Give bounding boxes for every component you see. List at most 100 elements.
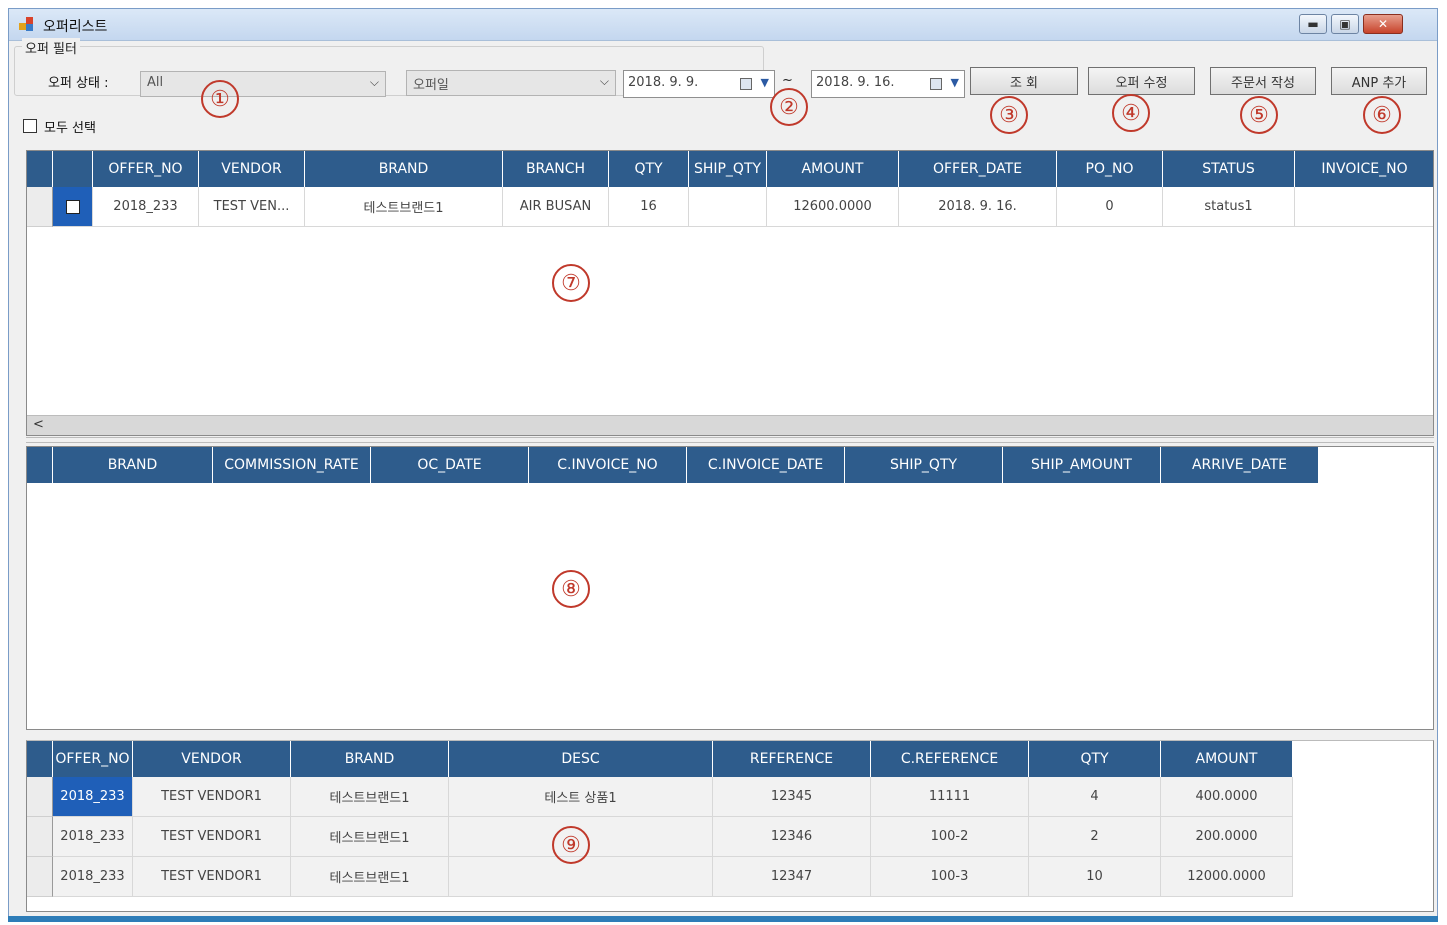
items-cell[interactable]: 100-3 xyxy=(871,857,1029,897)
offers-cell[interactable]: 12600.0000 xyxy=(767,187,899,227)
shipments-col-header-ship-qty[interactable]: SHIP_QTY xyxy=(845,447,1003,483)
scroll-left-icon[interactable]: < xyxy=(33,417,44,432)
offers-cell[interactable]: 16 xyxy=(609,187,689,227)
shipments-col-header-c-invoice-date[interactable]: C.INVOICE_DATE xyxy=(687,447,845,483)
offers-col-header-ship-qty[interactable]: SHIP_QTY xyxy=(689,151,767,187)
shipments-col-header-ship-amount[interactable]: SHIP_AMOUNT xyxy=(1003,447,1161,483)
offers-cell[interactable]: AIR BUSAN xyxy=(503,187,609,227)
grid-corner xyxy=(27,447,53,483)
row-header[interactable] xyxy=(27,857,53,897)
shipments-col-header-c-invoice-no[interactable]: C.INVOICE_NO xyxy=(529,447,687,483)
offers-col-header-qty[interactable]: QTY xyxy=(609,151,689,187)
offers-cell[interactable] xyxy=(689,187,767,227)
items-cell[interactable]: 2 xyxy=(1029,817,1161,857)
title-bar[interactable]: 오퍼리스트 ▬ ▣ ✕ xyxy=(9,9,1437,41)
items-cell[interactable]: 12347 xyxy=(713,857,871,897)
items-cell[interactable]: 200.0000 xyxy=(1161,817,1293,857)
offers-grid[interactable]: OFFER_NO VENDOR BRAND BRANCH QTY SHIP_QTY AMOU… xyxy=(26,150,1434,436)
items-cell[interactable] xyxy=(449,857,713,897)
items-cell[interactable]: 테스트브랜드1 xyxy=(291,777,449,817)
offers-cell[interactable]: 0 xyxy=(1057,187,1163,227)
status-combo[interactable]: All ⌵ xyxy=(140,71,386,97)
items-cell[interactable]: 11111 xyxy=(871,777,1029,817)
items-col-header-vendor[interactable]: VENDOR xyxy=(133,741,291,777)
maximize-button[interactable]: ▣ xyxy=(1331,14,1359,34)
items-cell[interactable]: 2018_233 xyxy=(53,817,133,857)
offers-col-header-offer-date[interactable]: OFFER_DATE xyxy=(899,151,1057,187)
chevron-down-icon: ⌵ xyxy=(369,75,379,89)
create-order-button[interactable]: 주문서 작성 xyxy=(1210,67,1316,95)
shipments-col-header-commission-rate[interactable]: COMMISSION_RATE xyxy=(213,447,371,483)
calendar-icon xyxy=(740,78,752,90)
date-from-picker[interactable]: 2018. 9. 9. ▼ xyxy=(623,70,775,98)
offers-cell[interactable] xyxy=(1295,187,1433,227)
callout-1: ① xyxy=(201,80,239,118)
items-cell[interactable]: 2018_233 xyxy=(53,777,133,817)
callout-8: ⑧ xyxy=(552,570,590,608)
items-cell[interactable]: 테스트브랜드1 xyxy=(291,817,449,857)
shipments-grid[interactable]: BRAND COMMISSION_RATE OC_DATE C.INVOICE_NO C… xyxy=(26,446,1434,730)
shipments-col-header-oc-date[interactable]: OC_DATE xyxy=(371,447,529,483)
date-to-picker[interactable]: 2018. 9. 16. ▼ xyxy=(811,70,965,98)
horizontal-scrollbar[interactable]: < xyxy=(27,415,1433,435)
offers-cell[interactable]: 2018_233 xyxy=(93,187,199,227)
minimize-button[interactable]: ▬ xyxy=(1299,14,1327,34)
items-col-header-offer-no[interactable]: OFFER_NO xyxy=(53,741,133,777)
date-from-value: 2018. 9. 9. xyxy=(628,75,699,90)
offers-col-header-branch[interactable]: BRANCH xyxy=(503,151,609,187)
items-cell[interactable]: 100-2 xyxy=(871,817,1029,857)
items-cell[interactable]: 12345 xyxy=(713,777,871,817)
offers-col-header-invoice-no[interactable]: INVOICE_NO xyxy=(1295,151,1433,187)
items-cell[interactable]: TEST VENDOR1 xyxy=(133,777,291,817)
items-col-header-amount[interactable]: AMOUNT xyxy=(1161,741,1293,777)
offers-cell[interactable]: 테스트브랜드1 xyxy=(305,187,503,227)
chevron-down-icon: ⌵ xyxy=(599,74,609,88)
offers-col-header-status[interactable]: STATUS xyxy=(1163,151,1295,187)
close-button[interactable]: ✕ xyxy=(1363,14,1403,34)
items-cell[interactable]: TEST VENDOR1 xyxy=(133,817,291,857)
items-col-header-qty[interactable]: QTY xyxy=(1029,741,1161,777)
shipments-col-header-arrive-date[interactable]: ARRIVE_DATE xyxy=(1161,447,1319,483)
edit-offer-button[interactable]: 오퍼 수정 xyxy=(1088,67,1195,95)
items-cell[interactable]: 테스트브랜드1 xyxy=(291,857,449,897)
items-col-header-reference[interactable]: REFERENCE xyxy=(713,741,871,777)
search-button[interactable]: 조 회 xyxy=(970,67,1078,95)
select-all-checkbox[interactable] xyxy=(23,119,37,133)
offers-col-header-amount[interactable]: AMOUNT xyxy=(767,151,899,187)
items-col-header-brand[interactable]: BRAND xyxy=(291,741,449,777)
window-bottom-border xyxy=(8,916,1438,922)
offers-cell[interactable]: status1 xyxy=(1163,187,1295,227)
grid-corner xyxy=(27,741,53,777)
items-cell[interactable]: 테스트 상품1 xyxy=(449,777,713,817)
app-icon xyxy=(19,17,35,31)
items-cell[interactable]: 2018_233 xyxy=(53,857,133,897)
calendar-icon xyxy=(930,78,942,90)
dropdown-arrow-icon: ▼ xyxy=(760,76,769,89)
items-grid[interactable]: OFFER_NO VENDOR BRAND DESC REFERENCE C.REFERE… xyxy=(26,740,1434,912)
add-anp-button[interactable]: ANP 추가 xyxy=(1331,67,1427,95)
row-checkbox[interactable] xyxy=(65,199,80,214)
items-cell[interactable]: 4 xyxy=(1029,777,1161,817)
offers-cell[interactable]: 2018. 9. 16. xyxy=(899,187,1057,227)
offers-col-header-vendor[interactable]: VENDOR xyxy=(199,151,305,187)
offers-col-header-po-no[interactable]: PO_NO xyxy=(1057,151,1163,187)
items-cell[interactable]: 12000.0000 xyxy=(1161,857,1293,897)
splitter-1[interactable] xyxy=(26,437,1434,443)
offers-col-header-brand[interactable]: BRAND xyxy=(305,151,503,187)
items-cell[interactable]: 400.0000 xyxy=(1161,777,1293,817)
items-cell[interactable]: 10 xyxy=(1029,857,1161,897)
shipments-col-header-brand[interactable]: BRAND xyxy=(53,447,213,483)
items-cell[interactable]: 12346 xyxy=(713,817,871,857)
row-header[interactable] xyxy=(27,187,53,227)
date-type-combo[interactable]: 오퍼일 ⌵ xyxy=(406,70,616,96)
items-cell[interactable]: TEST VENDOR1 xyxy=(133,857,291,897)
offers-cell[interactable]: TEST VEN... xyxy=(199,187,305,227)
items-col-header-c-reference[interactable]: C.REFERENCE xyxy=(871,741,1029,777)
row-header[interactable] xyxy=(27,777,53,817)
dropdown-arrow-icon: ▼ xyxy=(950,76,959,89)
items-col-header-desc[interactable]: DESC xyxy=(449,741,713,777)
row-header[interactable] xyxy=(27,817,53,857)
date-range-tilde: ~ xyxy=(782,73,793,88)
row-select-cell[interactable] xyxy=(53,187,93,227)
offers-col-header-offer-no[interactable]: OFFER_NO xyxy=(93,151,199,187)
